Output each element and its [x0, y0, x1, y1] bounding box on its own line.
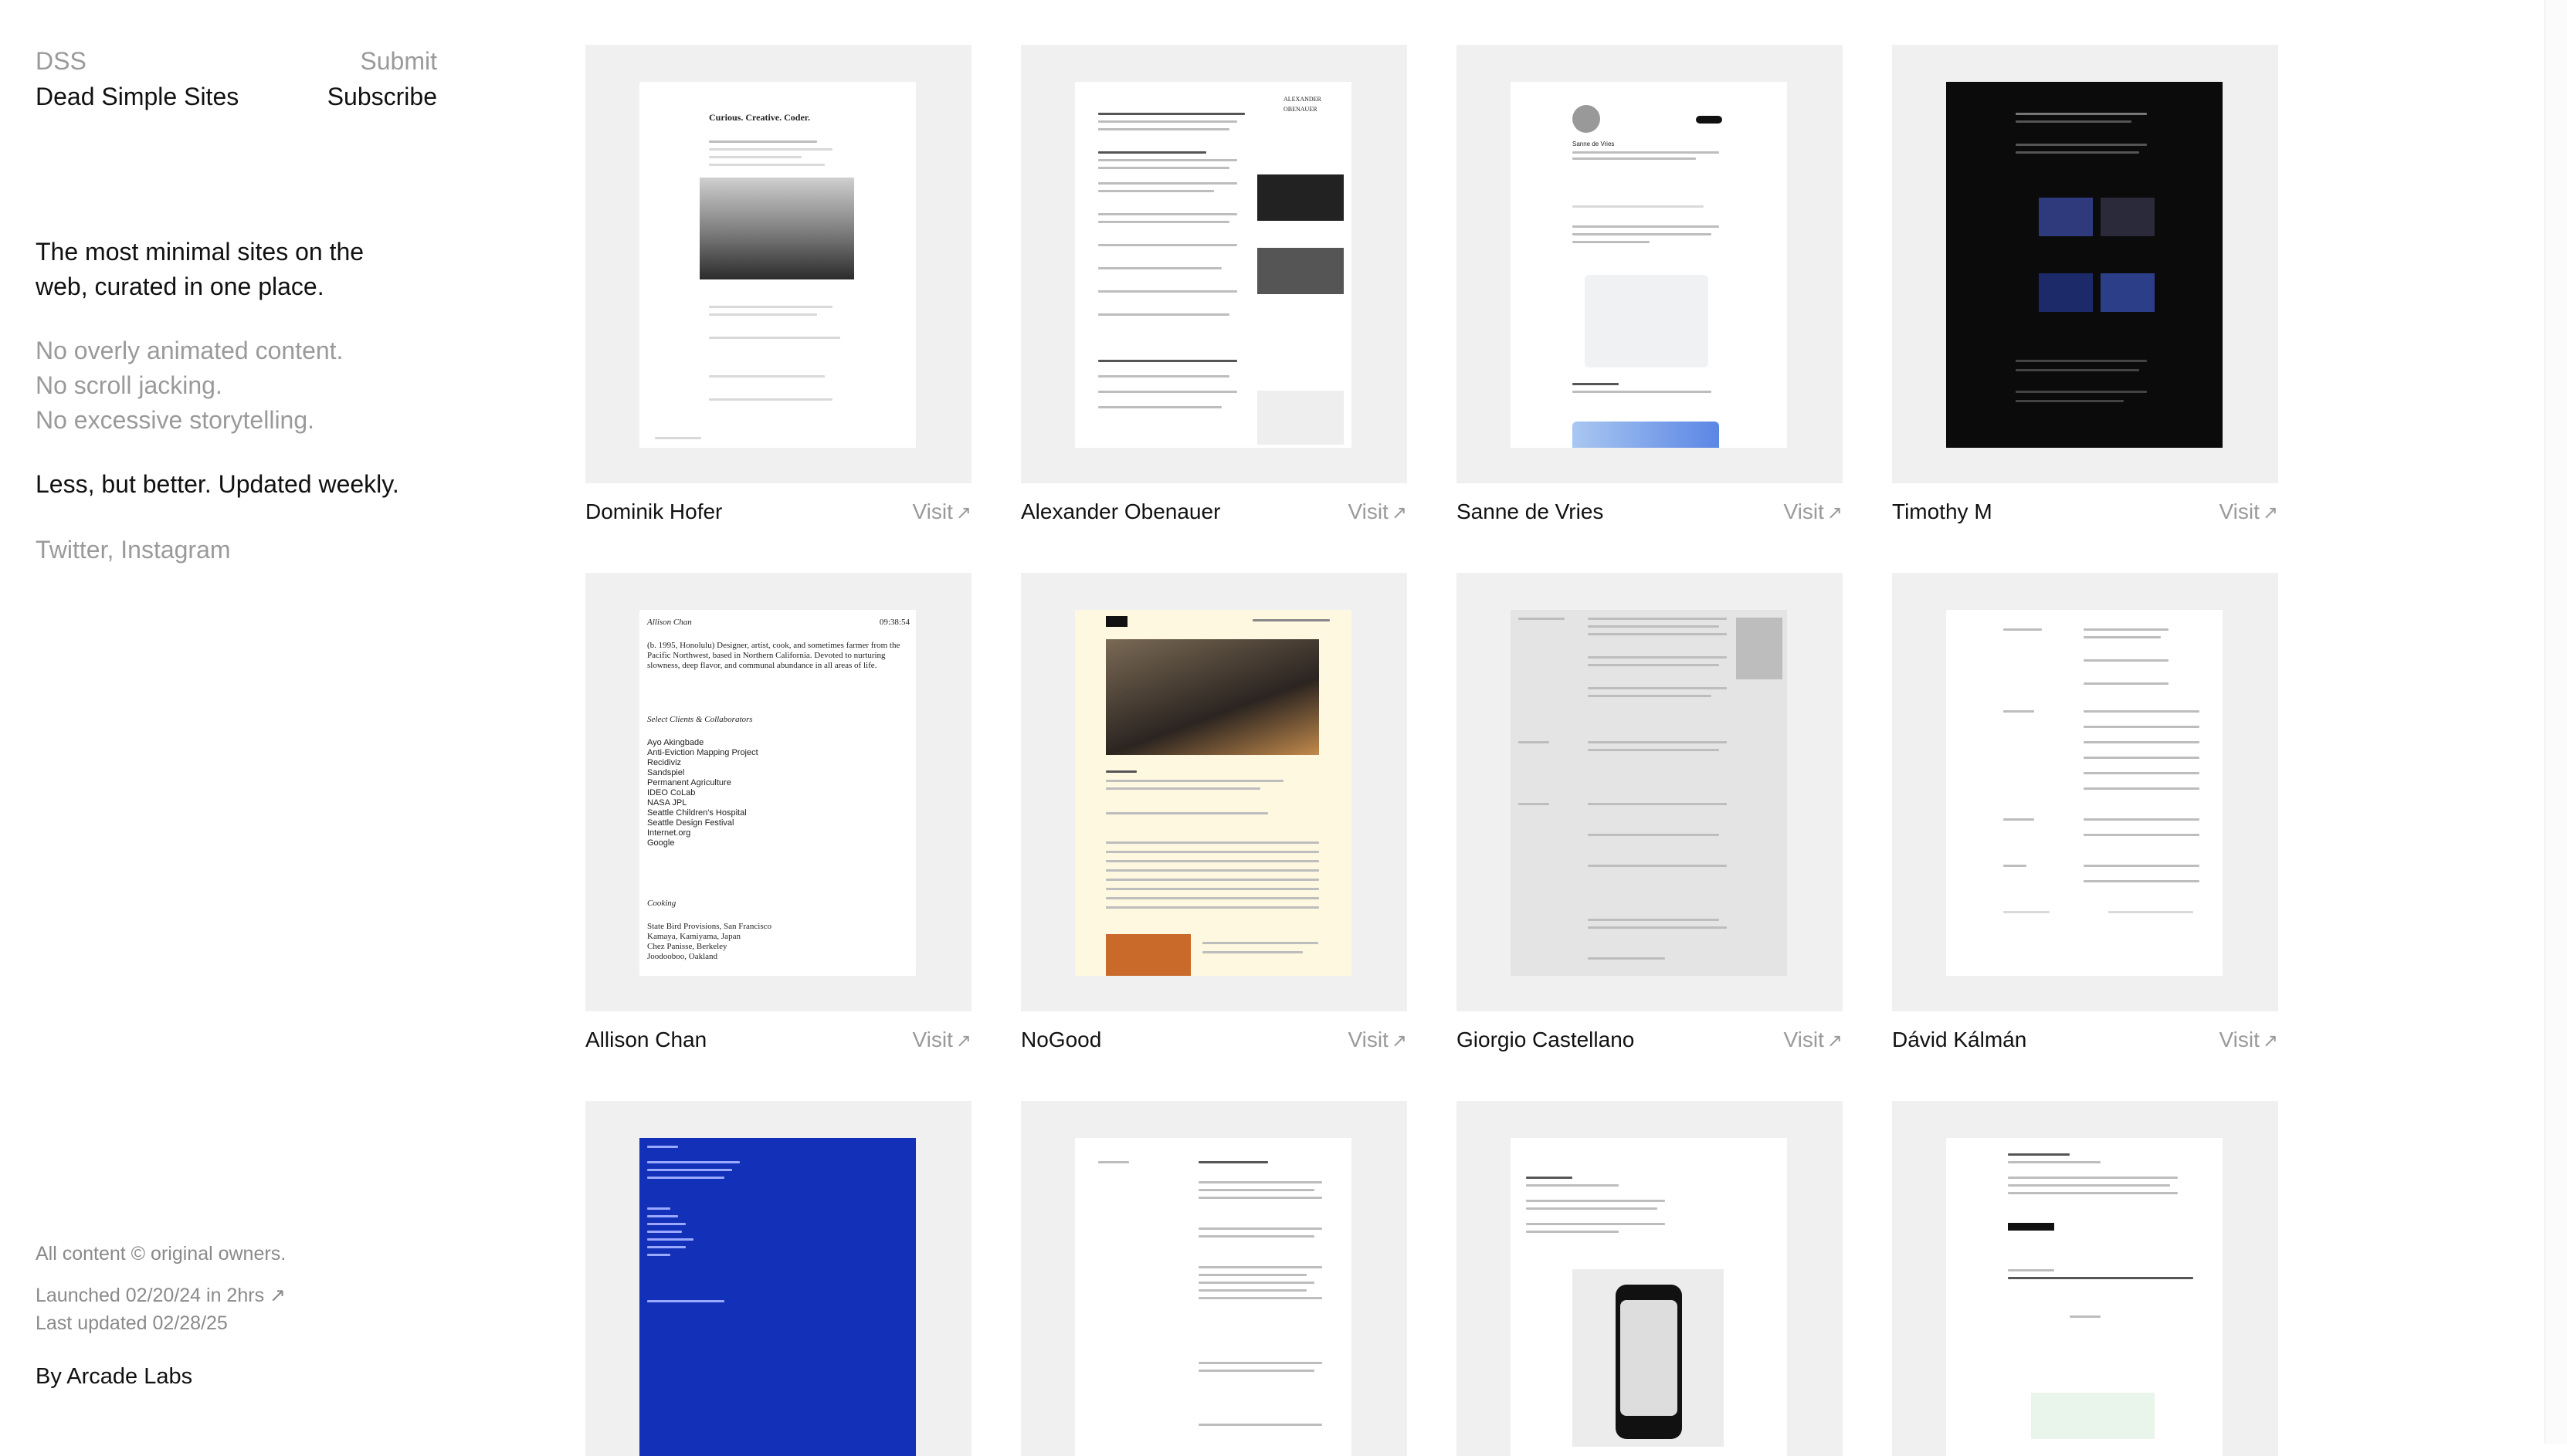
subscribe-link[interactable]: Subscribe [327, 79, 437, 114]
sidebar: DSS Submit Dead Simple Sites Subscribe T… [36, 0, 445, 1444]
visit-link[interactable]: Visit ↗ [1348, 1026, 1408, 1055]
preview-screenshot: Sanne de Vries [1511, 82, 1787, 448]
tagline: Less, but better. Updated weekly. [36, 470, 399, 498]
preview-bio: (b. 1995, Honolulu) Designer, artist, co… [647, 641, 900, 670]
preview-screenshot [1511, 1138, 1787, 1456]
external-arrow-icon: ↗ [2262, 503, 2278, 523]
external-arrow-icon: ↗ [2262, 1031, 2278, 1051]
site-name[interactable]: NoGood [1021, 1026, 1101, 1055]
last-updated: Last updated 02/28/25 [36, 1312, 228, 1334]
external-arrow-icon: ↗ [955, 503, 972, 523]
preview-clients-list: Ayo Akingbade Anti-Eviction Mapping Proj… [647, 738, 758, 848]
preview-screenshot [1946, 610, 2223, 976]
preview-clock: 09:38:54 [879, 618, 910, 627]
copyright-note: All content © original owners. [36, 1243, 287, 1265]
principle-no-animation: No overly animated content. [36, 337, 344, 364]
author-credit[interactable]: By Arcade Labs [36, 1363, 437, 1390]
top-nav: DSS Submit Dead Simple Sites Subscribe [36, 43, 437, 114]
site-name[interactable]: Sanne de Vries [1456, 498, 1603, 527]
site-name[interactable]: Dominik Hofer [585, 498, 722, 527]
site-thumbnail[interactable]: ALEXANDER OBENAUER [1021, 45, 1407, 483]
social-links[interactable]: Twitter, Instagram [36, 533, 437, 567]
preview-screenshot: Allison Chan 09:38:54 (b. 1995, Honolulu… [639, 610, 916, 976]
principle-no-scroll-jacking: No scroll jacking. [36, 371, 222, 399]
site-thumbnail[interactable] [1456, 573, 1843, 1011]
site-name[interactable]: Allison Chan [585, 1026, 707, 1055]
launched-link[interactable]: Launched 02/20/24 in 2hrs ↗ [36, 1282, 437, 1309]
site-thumbnail[interactable] [1456, 1101, 1843, 1456]
external-arrow-icon: ↗ [1826, 1031, 1843, 1051]
external-arrow-icon: ↗ [270, 1285, 286, 1306]
preview-screenshot: ALEXANDER OBENAUER [1075, 82, 1351, 448]
site-caption: Dominik Hofer Visit ↗ [585, 498, 972, 527]
submit-link[interactable]: Submit [360, 43, 437, 79]
site-caption: Timothy M Visit ↗ [1892, 498, 2278, 527]
scrollbar[interactable] [2545, 0, 2567, 1444]
visit-link[interactable]: Visit ↗ [1784, 1026, 1843, 1055]
external-arrow-icon: ↗ [955, 1031, 972, 1051]
site-thumbnail[interactable] [585, 1101, 972, 1456]
intro-text: The most minimal sites on the web, curat… [36, 235, 437, 567]
visit-link[interactable]: Visit ↗ [913, 1026, 972, 1055]
preview-screenshot [1946, 1138, 2223, 1456]
site-thumbnail[interactable] [1021, 1101, 1407, 1456]
site-thumbnail[interactable]: Curious. Creative. Coder. [585, 45, 972, 483]
preview-screenshot [639, 1138, 916, 1456]
preview-title: Curious. Creative. Coder. [709, 112, 810, 123]
preview-cooking-title: Cooking [647, 899, 677, 908]
preview-screenshot [1511, 610, 1787, 976]
preview-screenshot [1075, 610, 1351, 976]
site-thumbnail[interactable] [1892, 45, 2278, 483]
preview-screenshot [1946, 82, 2223, 448]
preview-screenshot [1075, 1138, 1351, 1456]
site-caption: NoGood Visit ↗ [1021, 1026, 1407, 1055]
preview-cooking-list: State Bird Provisions, San Francisco Kam… [647, 922, 772, 961]
preview-title: Sanne de Vries [1572, 141, 1615, 147]
visit-link[interactable]: Visit ↗ [1348, 498, 1408, 527]
site-caption: Sanne de Vries Visit ↗ [1456, 498, 1843, 527]
preview-screenshot: Curious. Creative. Coder. [639, 82, 916, 448]
visit-link[interactable]: Visit ↗ [1784, 498, 1843, 527]
site-caption: Dávid Kálmán Visit ↗ [1892, 1026, 2278, 1055]
site-caption: Giorgio Castellano Visit ↗ [1456, 1026, 1843, 1055]
external-arrow-icon: ↗ [1826, 503, 1843, 523]
site-abbreviation[interactable]: DSS [36, 43, 86, 79]
external-arrow-icon: ↗ [1391, 1031, 1407, 1051]
visit-link[interactable]: Visit ↗ [2219, 498, 2279, 527]
headline: The most minimal sites on the web, curat… [36, 238, 365, 300]
site-name[interactable]: Giorgio Castellano [1456, 1026, 1634, 1055]
preview-clients-title: Select Clients & Collaborators [647, 715, 753, 724]
site-name[interactable]: Alexander Obenauer [1021, 498, 1220, 527]
site-caption: Alexander Obenauer Visit ↗ [1021, 498, 1407, 527]
visit-link[interactable]: Visit ↗ [913, 498, 972, 527]
preview-title: Allison Chan [647, 618, 692, 627]
principle-no-storytelling: No excessive storytelling. [36, 406, 315, 434]
visit-link[interactable]: Visit ↗ [2219, 1026, 2279, 1055]
site-name[interactable]: Timothy M [1892, 498, 1992, 527]
external-arrow-icon: ↗ [1391, 503, 1407, 523]
preview-title: ALEXANDER OBENAUER [1284, 96, 1321, 113]
site-name[interactable]: Dead Simple Sites [36, 79, 239, 114]
site-name[interactable]: Dávid Kálmán [1892, 1026, 2026, 1055]
site-thumbnail[interactable]: Allison Chan 09:38:54 (b. 1995, Honolulu… [585, 573, 972, 1011]
site-thumbnail[interactable]: Sanne de Vries [1456, 45, 1843, 483]
site-caption: Allison Chan Visit ↗ [585, 1026, 972, 1055]
site-thumbnail[interactable] [1021, 573, 1407, 1011]
sidebar-footer: All content © original owners. Launched … [36, 1240, 437, 1390]
site-thumbnail[interactable] [1892, 573, 2278, 1011]
site-thumbnail[interactable] [1892, 1101, 2278, 1456]
